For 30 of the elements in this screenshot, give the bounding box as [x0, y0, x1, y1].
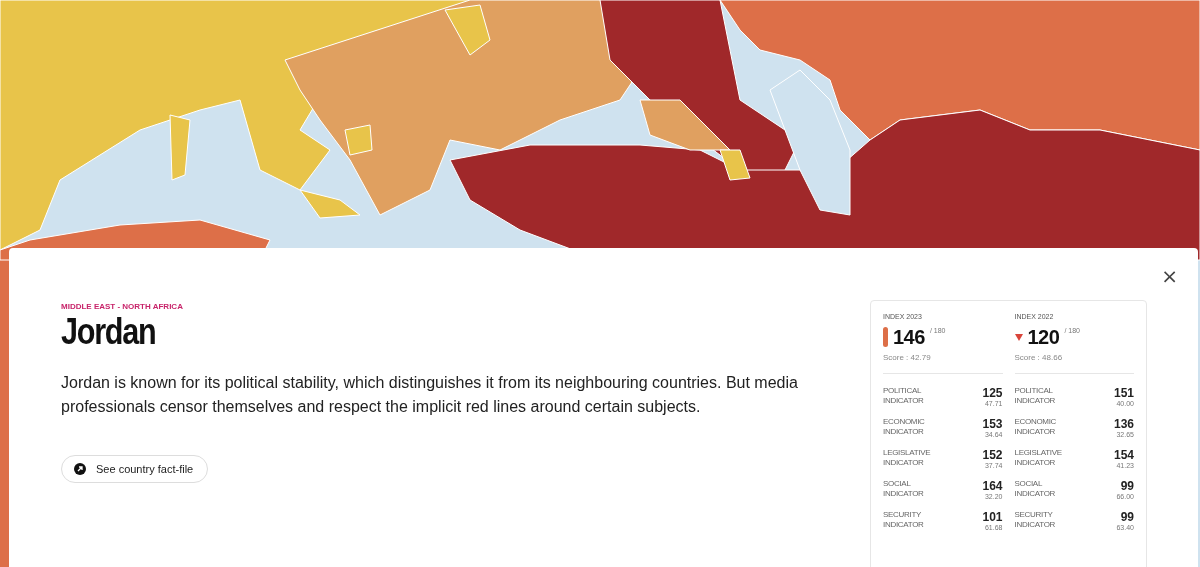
indicator-name: POLITICAL INDICATOR: [883, 386, 925, 407]
indicator-name: ECONOMIC INDICATOR: [883, 417, 926, 438]
arrow-icon: [74, 463, 86, 475]
country-description: Jordan is known for its political stability, which distinguishes it from its neighbouring countries. But media professionals censor themselves and respect the implicit red lines around certain subjects.: [61, 373, 799, 417]
indicator-name: SOCIAL INDICATOR: [1014, 479, 1057, 500]
indicator-rank: 153: [982, 417, 1003, 431]
rank-value: 120: [1027, 325, 1060, 349]
indicator-rank: 101: [982, 510, 1003, 524]
indicator-rank: 99: [1120, 510, 1134, 524]
score-text: Score : 42.79: [883, 353, 1003, 374]
indicator-name: POLITICAL INDICATOR: [1014, 386, 1057, 407]
indicator-name: SECURITY INDICATOR: [883, 510, 925, 531]
close-button[interactable]: ×: [1161, 266, 1178, 286]
rank-value: 146: [893, 325, 925, 349]
indicator-rank: 125: [982, 386, 1003, 400]
indicator-name: SOCIAL INDICATOR: [883, 479, 925, 500]
indicator-name: LEGISLATIVE INDICATOR: [883, 448, 932, 469]
fact-file-button[interactable]: See country fact-file: [61, 455, 209, 483]
country-title: Jordan: [61, 313, 156, 351]
region-label: MIDDLE EAST - NORTH AFRICA: [61, 302, 183, 311]
indicator-rank: 154: [1113, 448, 1134, 462]
indicator-name: LEGISLATIVE INDICATOR: [1014, 448, 1063, 469]
indicator-rank: 136: [1113, 417, 1134, 431]
indicator-name: ECONOMIC INDICATOR: [1014, 417, 1058, 438]
indicator-rank: 152: [982, 448, 1003, 462]
indicator-rank: 164: [982, 479, 1003, 493]
indicator-name: SECURITY INDICATOR: [1014, 510, 1057, 531]
indicator-rank: 151: [1113, 386, 1134, 400]
indicator-rank: 99: [1120, 479, 1134, 493]
score-text: Score : 48.66: [1014, 353, 1134, 374]
